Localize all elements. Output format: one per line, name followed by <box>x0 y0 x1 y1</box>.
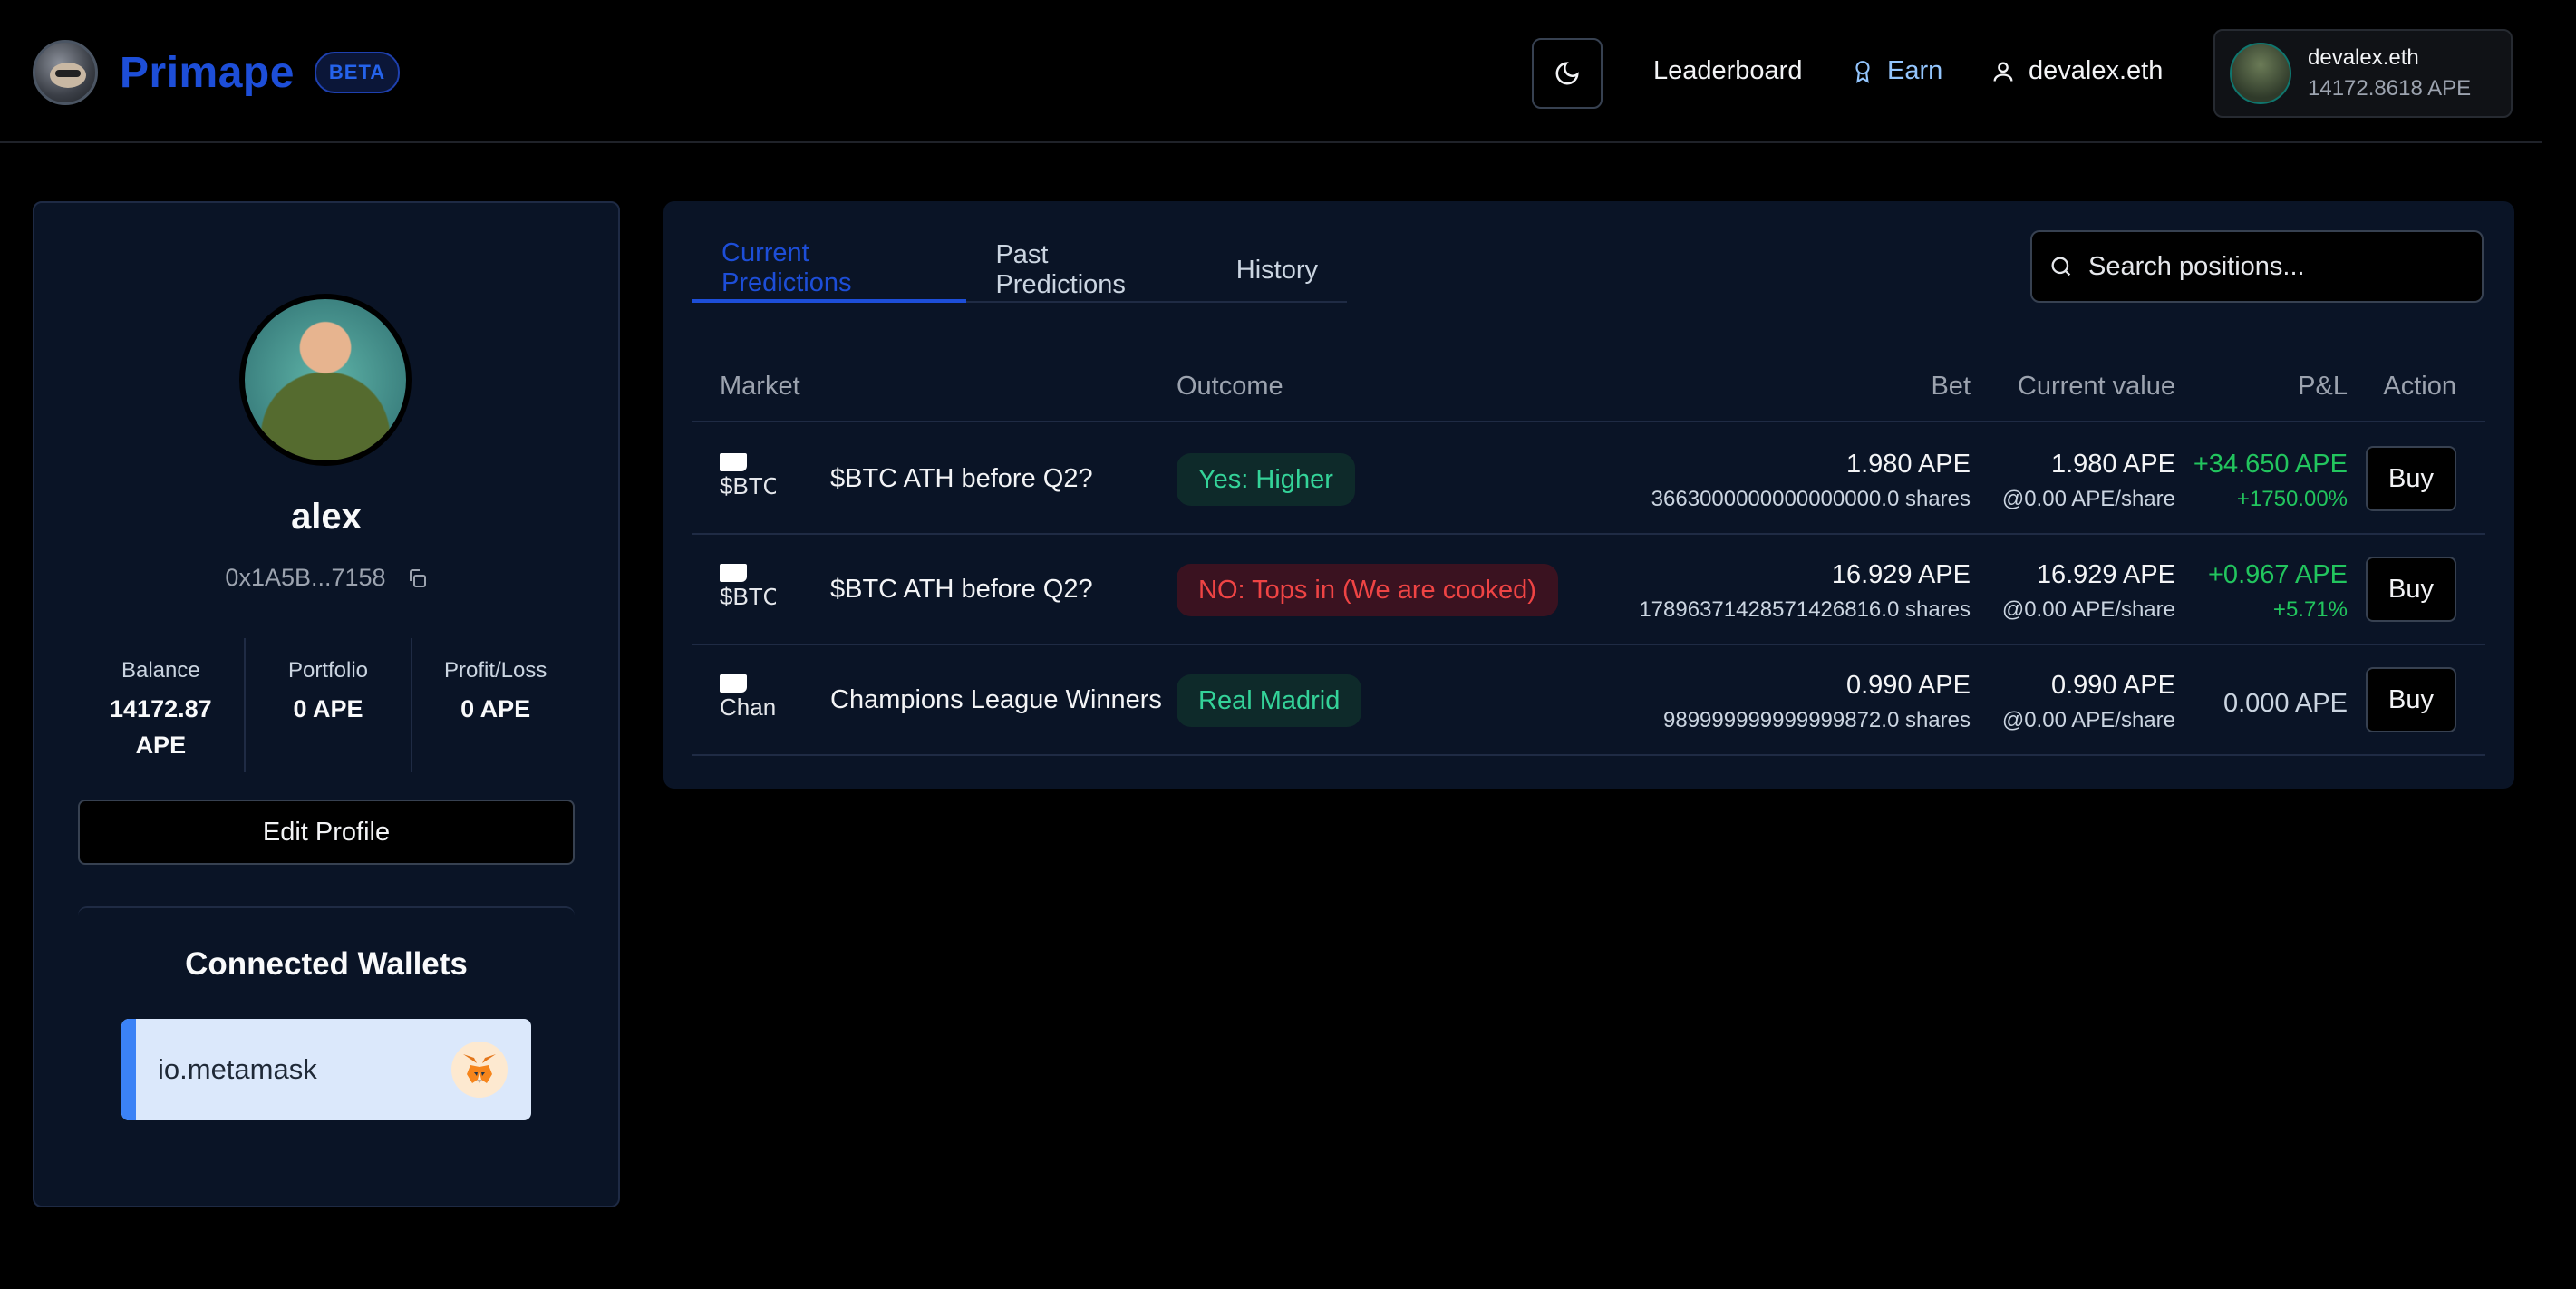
tab-past-predictions[interactable]: Past Predictions <box>966 237 1206 303</box>
current-value: 1.980 APE <box>2050 450 2175 479</box>
pnl-cell: +34.650 APE +1750.00% <box>2193 450 2348 512</box>
account-balance: 14172.8618 APE <box>2308 76 2472 101</box>
nav-earn[interactable]: Earn <box>1851 56 1942 86</box>
col-current-value: Current value <box>2017 372 2175 401</box>
col-pnl: P&L <box>2298 372 2348 401</box>
avatar <box>2230 43 2291 104</box>
moon-icon <box>1555 62 1579 85</box>
bet-amount: 1.980 APE <box>1845 450 1971 479</box>
ape-logo-icon <box>33 40 98 105</box>
tab-history[interactable]: History <box>1207 237 1347 303</box>
edit-profile-button[interactable]: Edit Profile <box>78 800 575 865</box>
profile-name: alex <box>291 497 362 537</box>
market-image: $BTC <box>720 453 776 509</box>
stat-portfolio: Portfolio 0 APE <box>243 638 412 772</box>
bet-cell: 0.990 APE 989999999999999872.0 shares <box>1663 671 1971 733</box>
account-card[interactable]: devalex.eth 14172.8618 APE <box>2213 29 2513 118</box>
buy-button[interactable]: Buy <box>2366 446 2456 511</box>
copy-icon[interactable] <box>406 567 428 589</box>
profile-avatar <box>239 294 412 466</box>
outcome-badge: NO: Tops in (We are cooked) <box>1177 564 1558 616</box>
col-action: Action <box>2383 372 2456 401</box>
stat-value: 0 APE <box>460 695 531 722</box>
col-outcome: Outcome <box>1177 372 1283 401</box>
nav-user-label: devalex.eth <box>2029 56 2164 85</box>
search-icon <box>2051 257 2071 276</box>
bet-shares: 3663000000000000000.0 shares <box>1651 487 1971 511</box>
stat-profit-loss: Profit/Loss 0 APE <box>411 638 578 772</box>
bet-shares: 1789637142857142681​6.0 shares <box>1639 597 1971 622</box>
current-value: 16.929 APE <box>2036 560 2175 589</box>
search-box[interactable] <box>2030 230 2484 303</box>
stat-balance: Balance 14172.87 APE <box>78 638 244 772</box>
buy-button[interactable]: Buy <box>2366 667 2456 732</box>
stat-label: Profit/Loss <box>443 658 547 683</box>
section-divider <box>78 906 575 917</box>
table-row: $BTC $BTC ATH before Q2? Yes: Higher 1.9… <box>692 424 2485 535</box>
stat-value: 14172.87 APE <box>110 695 212 759</box>
stat-value: 0 APE <box>293 695 363 722</box>
user-icon <box>1993 62 2013 82</box>
wallet-address-row: 0x1A5B...7158 <box>34 564 618 592</box>
bet-amount: 16.929 APE <box>1831 560 1971 589</box>
connected-wallets-title: Connected Wallets <box>185 946 468 982</box>
theme-toggle-button[interactable] <box>1532 38 1603 109</box>
nav-user-profile[interactable]: devalex.eth <box>1990 56 2163 86</box>
tab-current-predictions[interactable]: Current Predictions <box>692 237 967 303</box>
pnl-amount: +34.650 APE <box>2193 450 2348 479</box>
nav-earn-label: Earn <box>1887 56 1943 85</box>
current-value: 0.990 APE <box>2050 671 2175 700</box>
bet-shares: 989999999999999872.0 shares <box>1663 708 1971 732</box>
predictions-tabs: Current Predictions Past Predictions His… <box>692 237 1347 303</box>
current-value-cell: 0.990 APE @0.00 APE/share <box>2002 671 2175 733</box>
pnl-amount: +0.967 APE <box>2208 560 2348 589</box>
stat-label: Portfolio <box>287 658 369 683</box>
market-title[interactable]: Champions League Winners <box>830 685 1162 715</box>
share-price: @0.00 APE/share <box>2001 597 2175 622</box>
bet-amount: 0.990 APE <box>1845 671 1971 700</box>
top-navbar: Primape BETA Leaderboard Earn devalex.et… <box>0 0 2542 143</box>
app-name: Primape <box>120 48 295 97</box>
wallet-item-metamask[interactable]: io.metamask <box>121 1019 531 1120</box>
table-row: $BTC $BTC ATH before Q2? NO: Tops in (We… <box>692 535 2485 645</box>
market-image: $BTC <box>720 564 776 620</box>
market-title[interactable]: $BTC ATH before Q2? <box>830 464 1093 494</box>
current-value-cell: 16.929 APE @0.00 APE/share <box>2002 560 2175 623</box>
pnl-cell: +0.967 APE +5.71% <box>2208 560 2348 623</box>
nav-leaderboard[interactable]: Leaderboard <box>1653 56 1802 86</box>
table-header: Market Outcome Bet Current value P&L Act… <box>692 355 2485 422</box>
pnl-cell: 0.000 APE <box>2223 671 2348 719</box>
share-price: @0.00 APE/share <box>2001 708 2175 732</box>
profile-stats: Balance 14172.87 APE Portfolio 0 APE Pro… <box>78 638 578 772</box>
brand[interactable]: Primape BETA <box>33 40 401 105</box>
outcome-badge: Yes: Higher <box>1177 453 1355 506</box>
pnl-amount: 0.000 APE <box>2223 689 2348 718</box>
award-icon <box>1855 60 1870 83</box>
current-value-cell: 1.980 APE @0.00 APE/share <box>2002 450 2175 512</box>
market-image: Chan <box>720 674 776 731</box>
account-info: devalex.eth 14172.8618 APE <box>2308 45 2471 102</box>
bet-cell: 16.929 APE 1789637142857142681​6.0 share… <box>1639 560 1971 623</box>
account-name: devalex.eth <box>2308 45 2419 70</box>
wallet-address: 0x1A5B...7158 <box>225 564 386 591</box>
wallet-name: io.metamask <box>158 1053 317 1085</box>
beta-badge: BETA <box>314 52 401 93</box>
pnl-percent: +1750.00% <box>2236 487 2348 511</box>
stat-label: Balance <box>121 658 200 683</box>
pnl-percent: +5.71% <box>2272 597 2348 622</box>
wallet-accent-bar <box>121 1019 136 1120</box>
nav-leaderboard-label: Leaderboard <box>1653 56 1803 85</box>
search-input[interactable] <box>2088 251 2451 282</box>
metamask-fox-icon <box>451 1042 508 1098</box>
table-row: Chan Champions League Winners Real Madri… <box>692 645 2485 756</box>
market-title[interactable]: $BTC ATH before Q2? <box>830 575 1093 605</box>
share-price: @0.00 APE/share <box>2001 487 2175 511</box>
profile-card: alex 0x1A5B...7158 Balance 14172.87 APE … <box>33 201 620 1207</box>
col-bet: Bet <box>1931 372 1971 401</box>
outcome-badge: Real Madrid <box>1177 674 1362 727</box>
buy-button[interactable]: Buy <box>2366 557 2456 622</box>
bet-cell: 1.980 APE 3663000000000000000.0 shares <box>1651 450 1971 512</box>
col-market: Market <box>720 372 800 401</box>
predictions-panel: Current Predictions Past Predictions His… <box>663 201 2514 789</box>
